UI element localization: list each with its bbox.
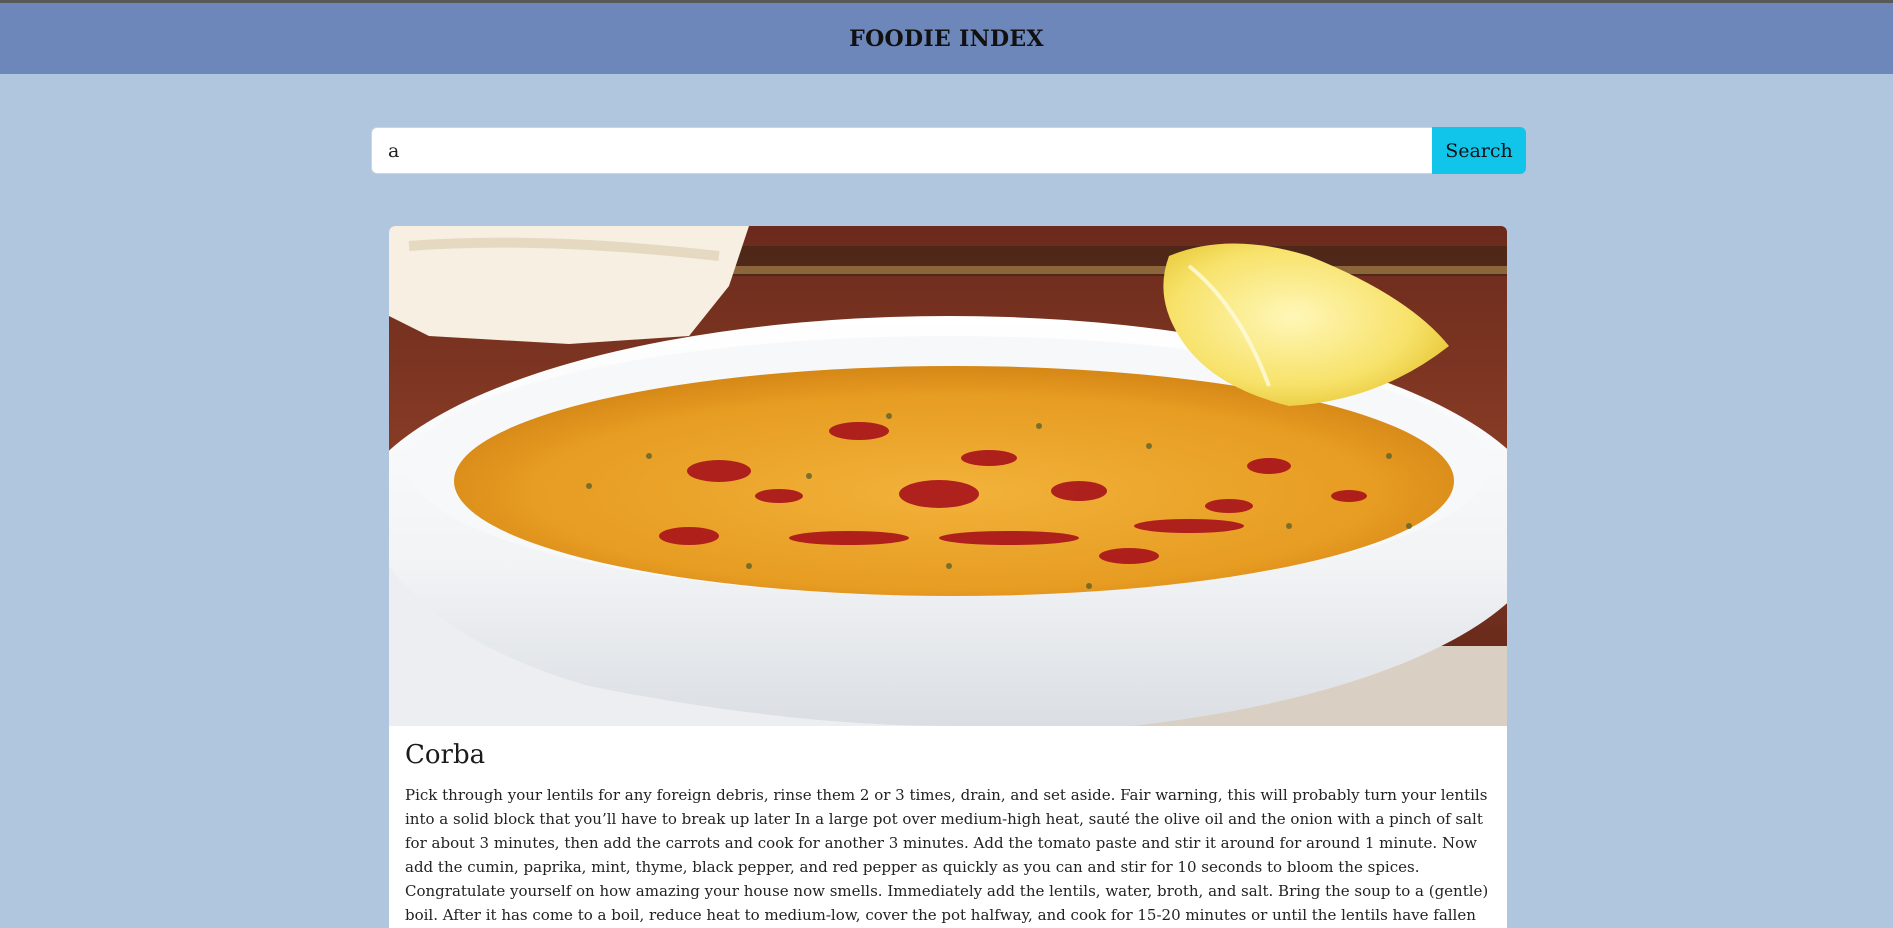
brand-title: FOODIE INDEX (849, 25, 1044, 52)
meal-title: Corba (405, 740, 486, 770)
navbar: FOODIE INDEX (0, 3, 1893, 74)
search-button[interactable]: Search (1432, 127, 1526, 174)
page: FOODIE INDEX Search (0, 0, 1893, 928)
search-input[interactable] (371, 127, 1432, 174)
meal-instructions: Pick through your lentils for any foreig… (405, 786, 1489, 925)
meal-image (389, 226, 1507, 726)
search-form: Search (371, 127, 1526, 174)
card-body: Corba Pick through your lentils for any … (389, 726, 1507, 928)
meal-card: Corba Pick through your lentils for any … (389, 226, 1507, 928)
